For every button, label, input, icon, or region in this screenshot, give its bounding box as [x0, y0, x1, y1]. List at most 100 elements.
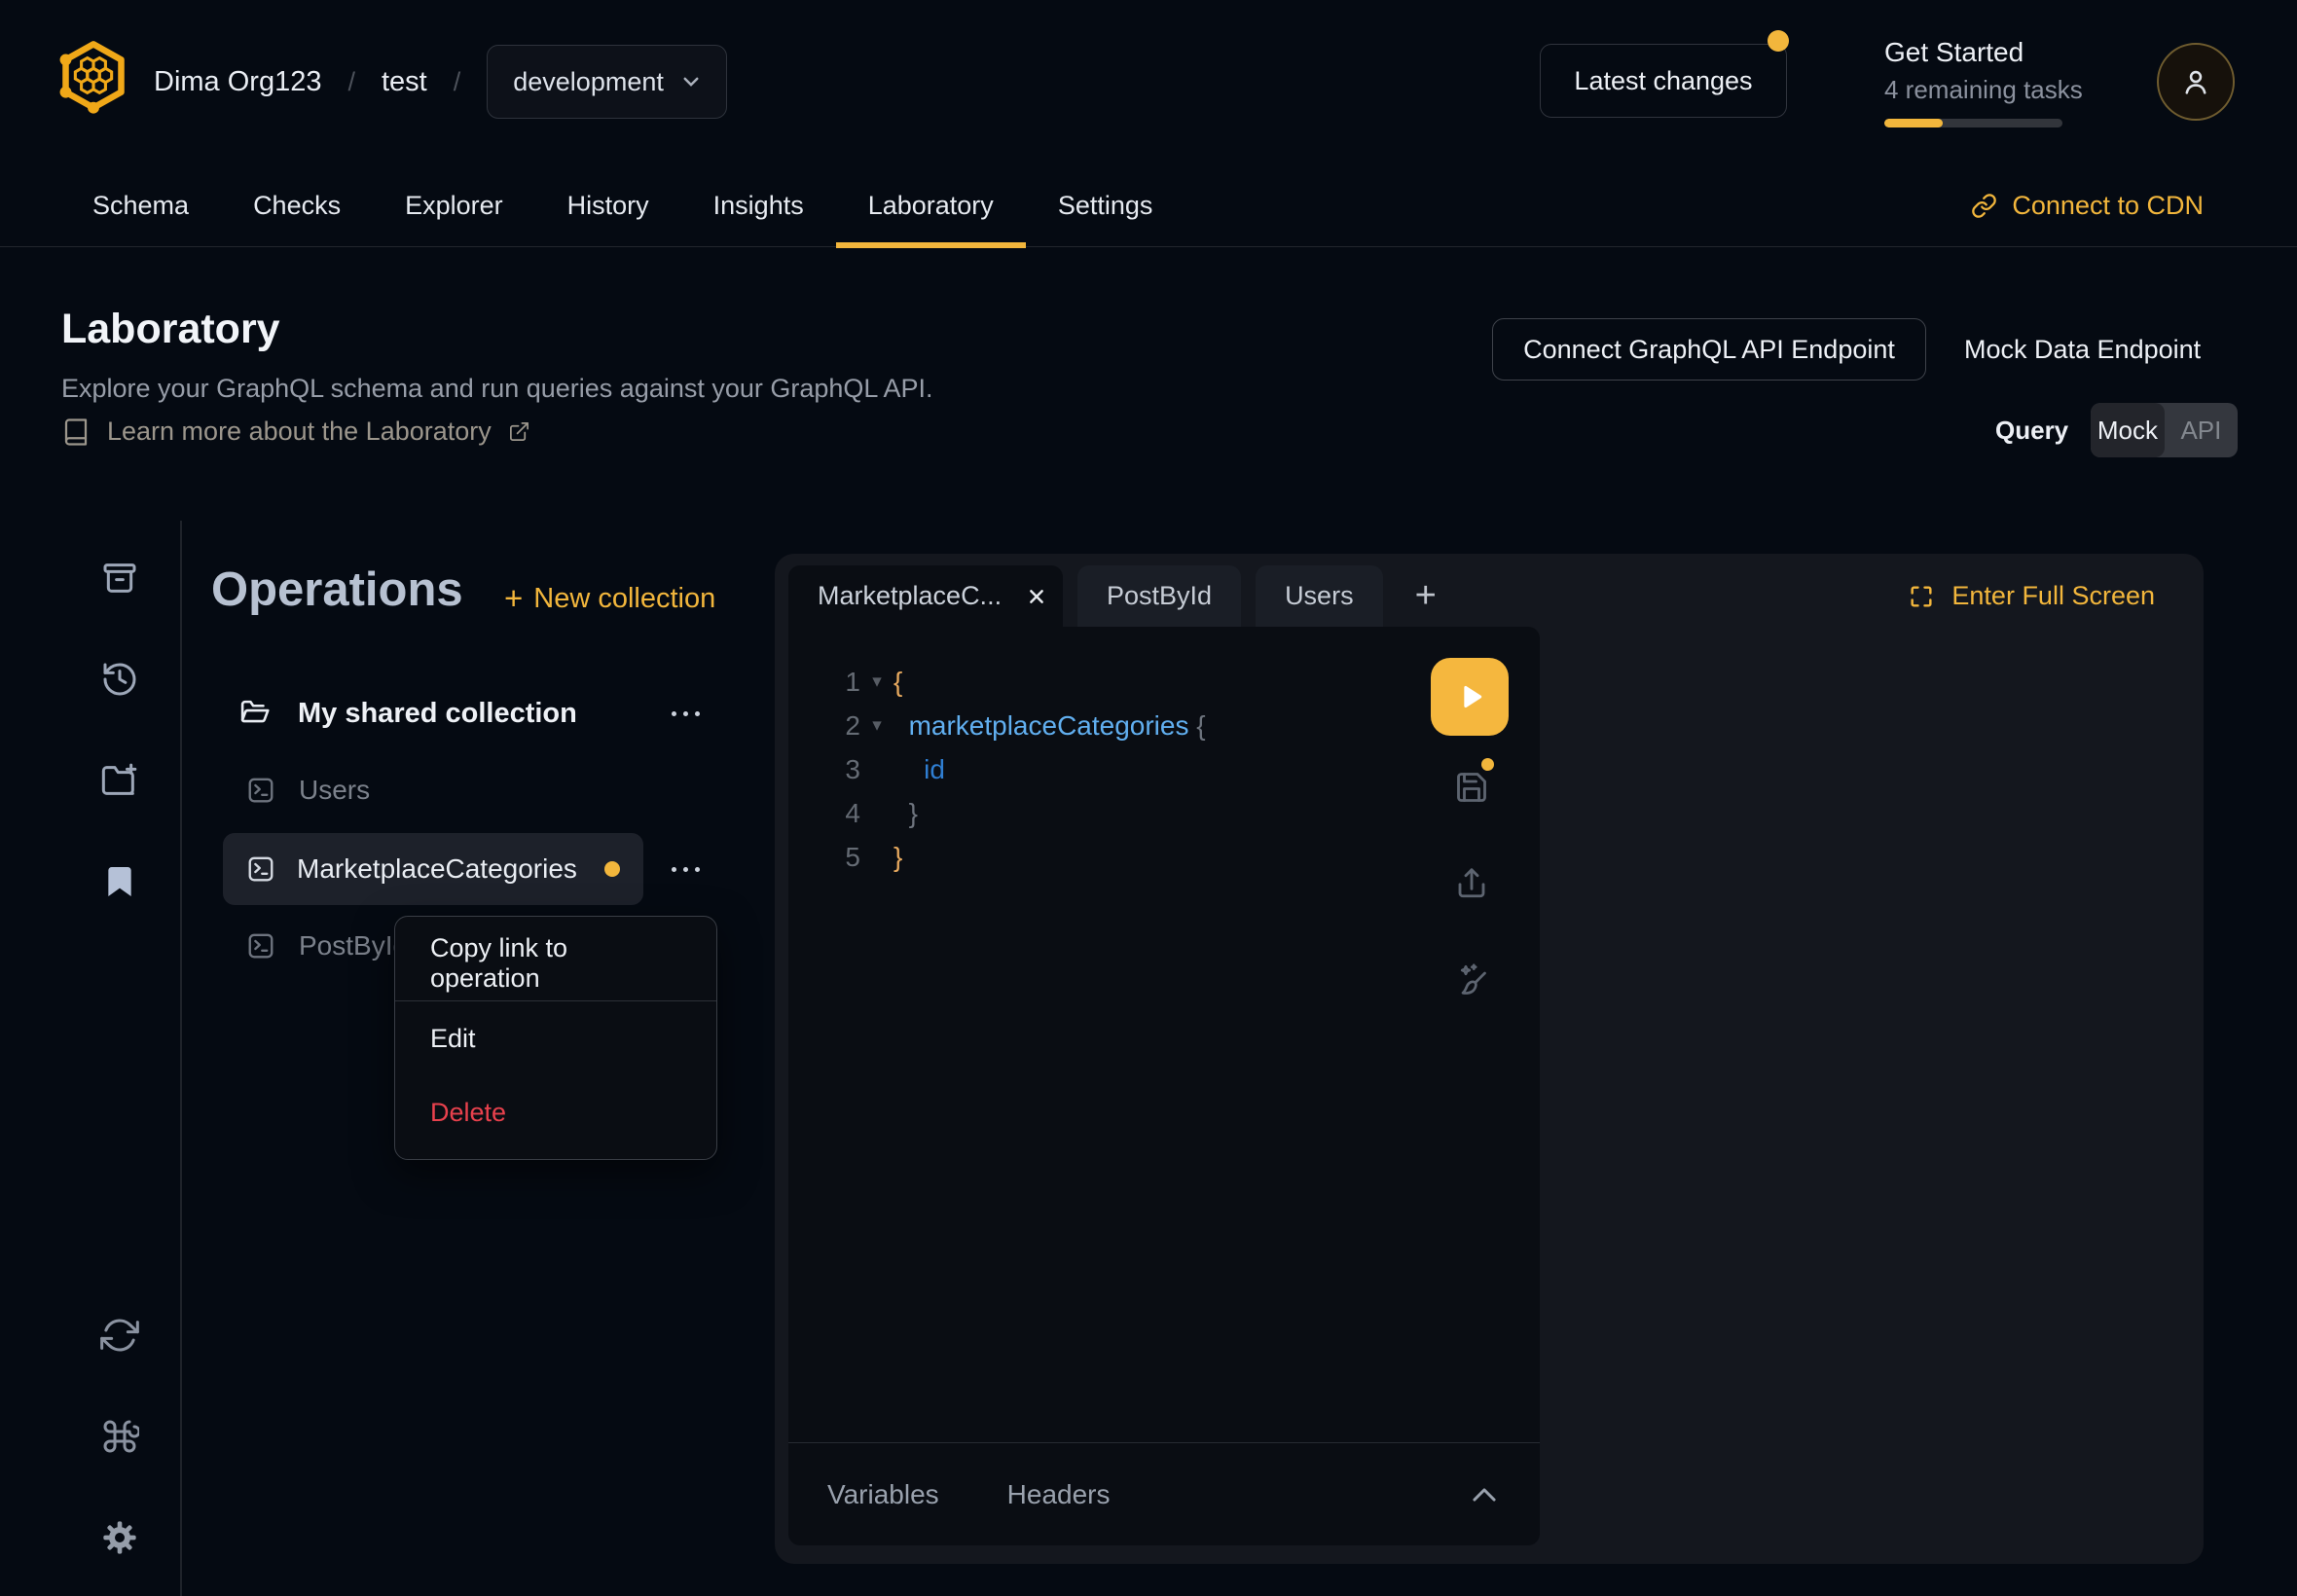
- app-root: Dima Org123 / test / development Latest …: [0, 0, 2297, 1596]
- toggle-option-mock[interactable]: Mock: [2091, 403, 2165, 457]
- editor-tab-postbyid[interactable]: PostById: [1077, 565, 1241, 627]
- operation-item-marketplacecategories[interactable]: MarketplaceCategories: [223, 833, 643, 905]
- collection-menu-button[interactable]: [672, 701, 700, 726]
- progress-fill: [1884, 119, 1943, 127]
- breadcrumb-graph[interactable]: test: [382, 66, 427, 98]
- code-token: [893, 747, 924, 791]
- code-line[interactable]: 3 id: [788, 747, 1540, 791]
- query-editor[interactable]: 1▾{2▾ marketplaceCategories {3 id4 }5} V…: [788, 627, 1540, 1545]
- history-icon[interactable]: [98, 658, 141, 701]
- book-icon: [61, 417, 91, 447]
- get-started-title: Get Started: [1884, 37, 2098, 68]
- connect-graphql-endpoint-button[interactable]: Connect GraphQL API Endpoint: [1492, 318, 1926, 381]
- clean-query-icon[interactable]: [1454, 961, 1489, 997]
- editor-tab-marketplacecategories[interactable]: MarketplaceC...: [788, 565, 1063, 627]
- code-line[interactable]: 2▾ marketplaceCategories {: [788, 704, 1540, 747]
- operation-item-label: Users: [299, 775, 370, 806]
- collection-name: My shared collection: [298, 698, 577, 730]
- fold-arrow-icon[interactable]: ▾: [860, 660, 893, 704]
- graphos-logo-icon[interactable]: [56, 39, 130, 119]
- learn-more-link[interactable]: Learn more about the Laboratory: [61, 417, 530, 447]
- command-shortcuts-icon[interactable]: [98, 1415, 141, 1458]
- query-mode-toggle: Mock API: [2091, 403, 2238, 457]
- enter-fullscreen-button[interactable]: Enter Full Screen: [1908, 565, 2155, 627]
- editor-tab-label: PostById: [1107, 581, 1212, 611]
- fullscreen-icon: [1908, 583, 1935, 610]
- editor-tabs: MarketplaceC... PostById Users +: [788, 565, 1454, 627]
- menu-item-copy-link[interactable]: Copy link to operation: [395, 926, 716, 1000]
- code-line[interactable]: 1▾{: [788, 660, 1540, 704]
- gear-icon[interactable]: [98, 1516, 141, 1559]
- collection-row[interactable]: My shared collection: [238, 686, 704, 741]
- close-icon[interactable]: [1027, 587, 1046, 606]
- fold-arrow-icon[interactable]: ▾: [860, 704, 893, 747]
- code-token: {: [1196, 704, 1205, 747]
- breadcrumb-separator: /: [454, 67, 461, 97]
- tab-history[interactable]: History: [535, 164, 681, 246]
- tab-insights[interactable]: Insights: [681, 164, 836, 246]
- folder-open-icon: [238, 698, 271, 730]
- get-started-widget[interactable]: Get Started 4 remaining tasks: [1884, 37, 2098, 127]
- terminal-icon: [246, 931, 275, 961]
- code-token: }: [909, 791, 918, 835]
- breadcrumb-org[interactable]: Dima Org123: [154, 66, 321, 98]
- variant-selector[interactable]: development: [487, 45, 727, 119]
- tab-schema[interactable]: Schema: [60, 164, 221, 246]
- tab-settings[interactable]: Settings: [1026, 164, 1185, 246]
- run-query-button[interactable]: [1431, 658, 1509, 736]
- link-icon: [1971, 193, 1997, 219]
- query-label: Query: [1995, 416, 2068, 446]
- breadcrumb: Dima Org123 / test / development: [154, 44, 727, 120]
- new-collection-label: New collection: [533, 583, 715, 615]
- headers-tab[interactable]: Headers: [1007, 1479, 1111, 1510]
- tab-checks[interactable]: Checks: [221, 164, 373, 246]
- menu-item-edit[interactable]: Edit: [395, 1001, 716, 1075]
- code-line[interactable]: 4 }: [788, 791, 1540, 835]
- code-line[interactable]: 5}: [788, 835, 1540, 879]
- user-avatar[interactable]: [2157, 43, 2235, 121]
- code-area[interactable]: 1▾{2▾ marketplaceCategories {3 id4 }5}: [788, 627, 1540, 879]
- latest-changes-button[interactable]: Latest changes: [1540, 44, 1787, 118]
- code-token: [1188, 704, 1196, 747]
- archive-box-icon[interactable]: [98, 557, 141, 599]
- terminal-icon: [246, 776, 275, 805]
- variables-tab[interactable]: Variables: [827, 1479, 939, 1510]
- operation-context-menu: Copy link to operation Edit Delete: [394, 916, 717, 1160]
- code-token: [893, 791, 909, 835]
- variant-selector-value: development: [513, 67, 664, 97]
- line-number: 3: [788, 747, 860, 791]
- chevron-up-icon[interactable]: [1472, 1486, 1497, 1504]
- new-collection-button[interactable]: + New collection: [504, 580, 715, 617]
- bookmark-icon[interactable]: [98, 860, 141, 903]
- enter-fullscreen-label: Enter Full Screen: [1951, 581, 2155, 611]
- latest-changes-label: Latest changes: [1574, 66, 1752, 96]
- breadcrumb-separator: /: [347, 67, 355, 97]
- primary-nav: Schema Checks Explorer History Insights …: [0, 164, 2297, 247]
- operation-item-postbyid[interactable]: PostById: [246, 921, 408, 971]
- fold-spacer: [860, 791, 893, 835]
- editor-tab-label: Users: [1285, 581, 1354, 611]
- page-title: Laboratory: [61, 306, 280, 353]
- latest-changes-notification-dot: [1768, 30, 1789, 52]
- nav-tabs: Schema Checks Explorer History Insights …: [60, 164, 1185, 246]
- toggle-option-api[interactable]: API: [2165, 403, 2239, 457]
- menu-item-delete[interactable]: Delete: [395, 1075, 716, 1149]
- share-upload-icon[interactable]: [1454, 866, 1489, 901]
- connect-to-cdn-link[interactable]: Connect to CDN: [1971, 164, 2204, 246]
- plus-icon: +: [504, 580, 523, 617]
- save-operation-icon[interactable]: [1454, 770, 1489, 805]
- mock-data-endpoint-button[interactable]: Mock Data Endpoint: [1964, 318, 2201, 381]
- operation-menu-button[interactable]: [672, 856, 700, 882]
- operation-item-users[interactable]: Users: [246, 765, 370, 816]
- folder-plus-icon[interactable]: [98, 759, 141, 802]
- connect-to-cdn-label: Connect to CDN: [2012, 191, 2204, 221]
- operation-item-label: PostById: [299, 930, 408, 961]
- refresh-icon[interactable]: [98, 1314, 141, 1357]
- tab-explorer[interactable]: Explorer: [373, 164, 535, 246]
- editor-tab-users[interactable]: Users: [1256, 565, 1383, 627]
- new-tab-button[interactable]: +: [1398, 565, 1454, 627]
- get-started-subtitle: 4 remaining tasks: [1884, 75, 2098, 105]
- terminal-icon: [246, 854, 275, 884]
- query-mode-row: Query Mock API: [1995, 403, 2238, 457]
- tab-laboratory[interactable]: Laboratory: [836, 164, 1026, 246]
